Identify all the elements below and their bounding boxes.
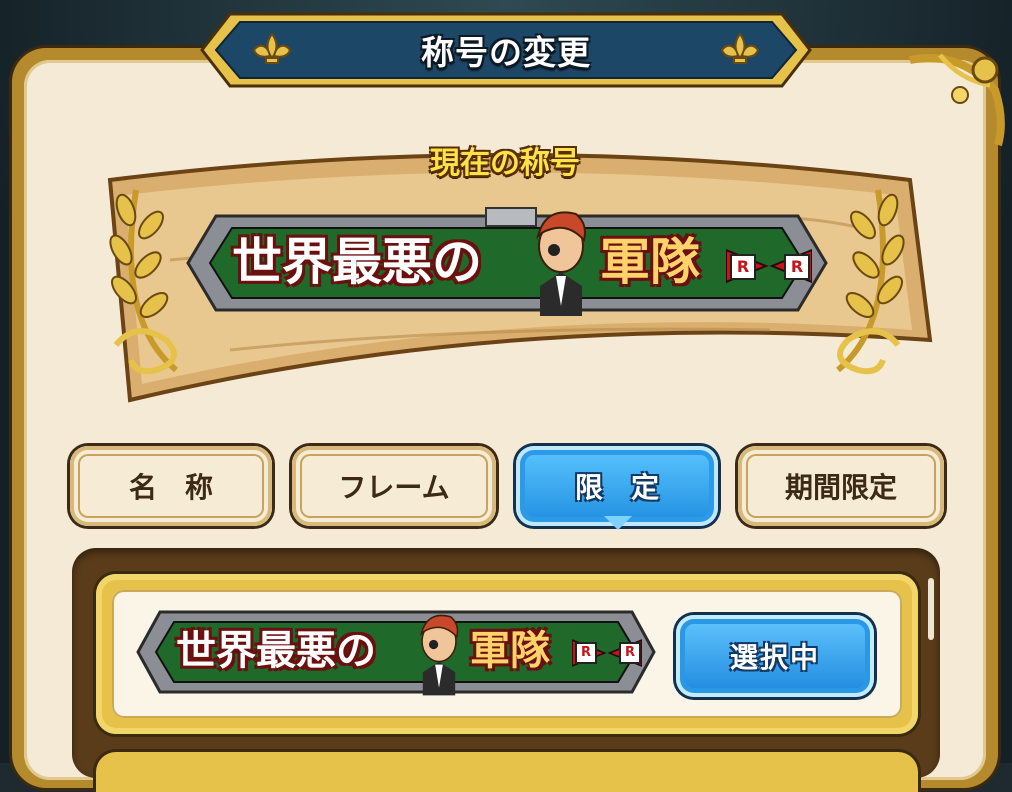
header-banner: 称号の変更: [200, 8, 812, 92]
current-title-label: 現在の称号: [430, 146, 580, 181]
list-item-title-text-1: 世界最悪の: [176, 628, 376, 674]
emblem-letter-left: R: [730, 254, 756, 280]
tab-period-limited[interactable]: 期間限定: [738, 446, 944, 526]
character-portrait: [419, 614, 459, 696]
tab-name[interactable]: 名 称: [70, 446, 272, 526]
tab-limited[interactable]: 限 定: [516, 446, 718, 526]
emblem-letter-left: R: [575, 642, 597, 664]
character-portrait: [536, 211, 586, 316]
list-item-title-text-2: 軍隊: [470, 628, 550, 674]
corner-ornament-icon: [909, 53, 1005, 147]
current-title-text-2: 軍隊: [600, 233, 700, 291]
ribbon-emblem-icon: R R: [572, 636, 642, 670]
active-tab-pointer-icon: [604, 516, 632, 530]
emblem-letter-right: R: [784, 254, 810, 280]
scrollbar[interactable]: [928, 578, 934, 640]
ribbon-emblem-icon: R R: [726, 246, 812, 286]
page-title: 称号の変更: [421, 33, 591, 72]
current-title-badge: 世界最悪の 軍隊 R R: [186, 206, 828, 320]
tab-frame[interactable]: フレーム: [292, 446, 496, 526]
list-item: [96, 752, 918, 792]
selected-button[interactable]: 選択中: [676, 615, 874, 697]
current-title-text-1: 世界最悪の: [232, 233, 482, 291]
emblem-letter-right: R: [619, 642, 641, 664]
list-item-title-badge: 世界最悪の 軍隊 R R: [136, 604, 656, 700]
